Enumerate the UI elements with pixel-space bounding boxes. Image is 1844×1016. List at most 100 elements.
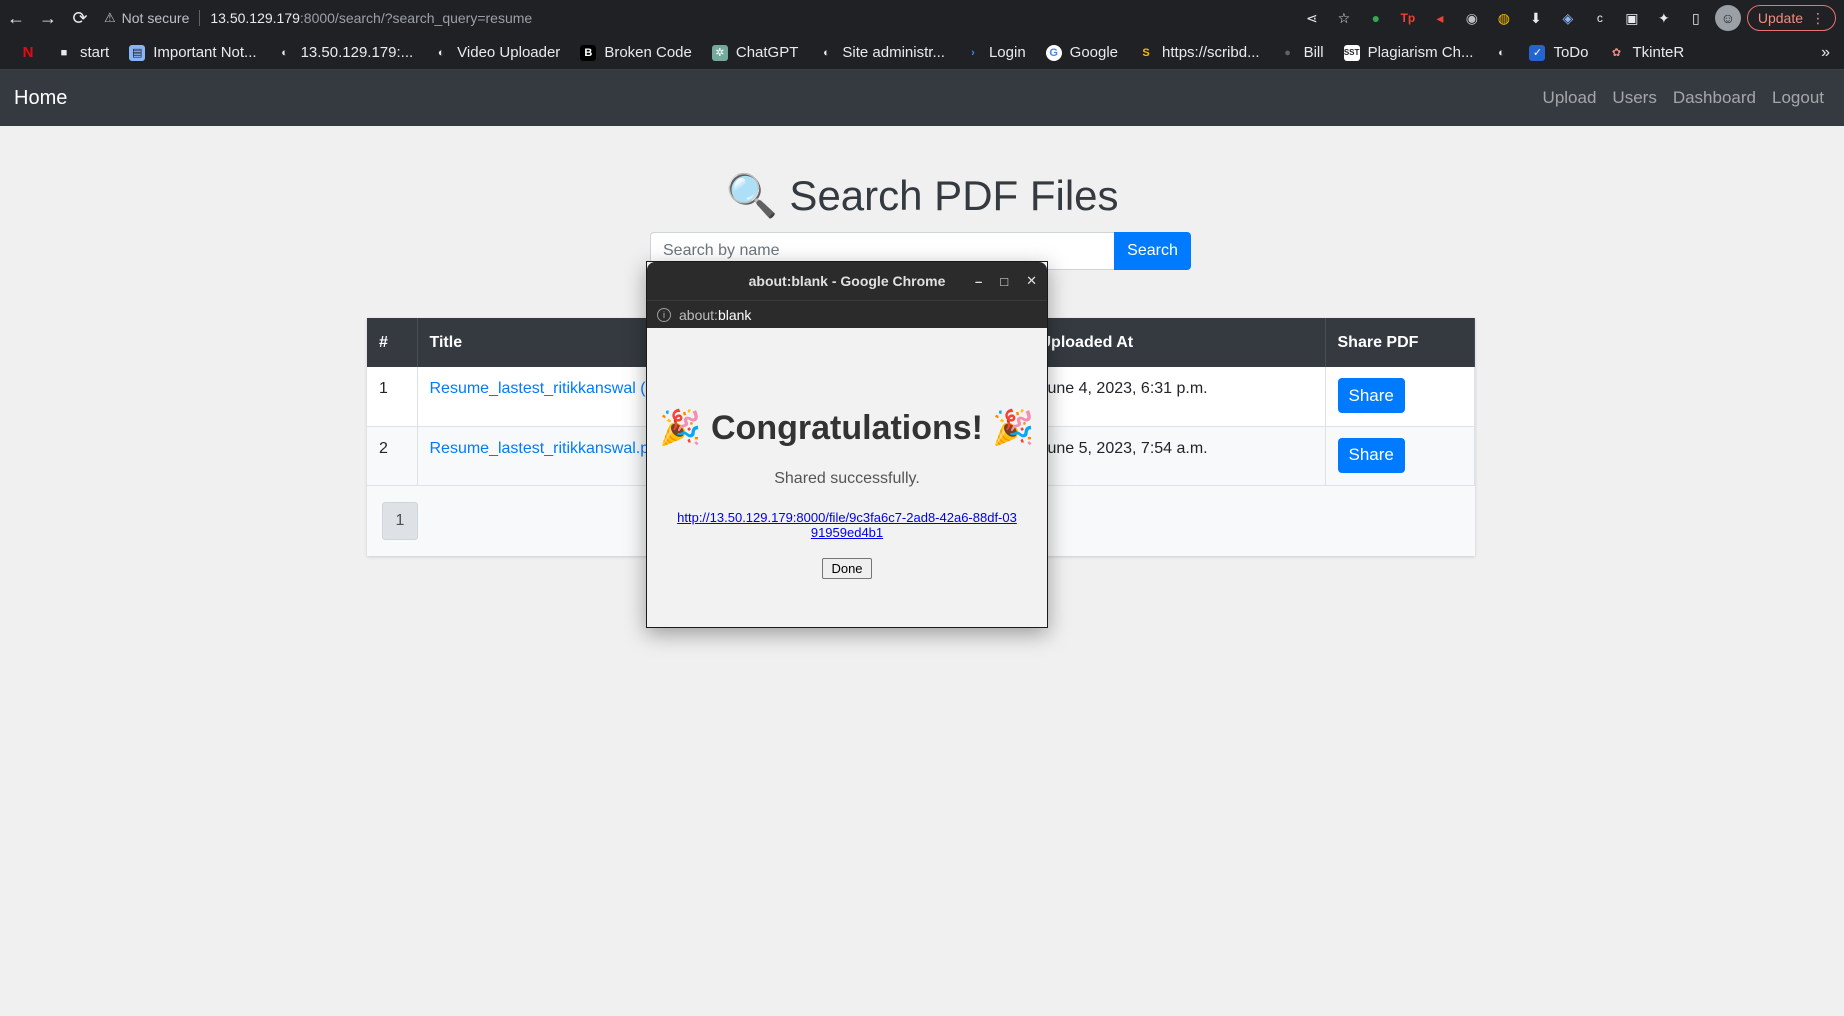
- bookmark-important-notes[interactable]: ▤ Important Not...: [119, 36, 266, 70]
- toolbar-actions: ⋖ ☆ ● Tp ◂ ◉ ◍ ⬇ ◈ c ▣ ✦ ▯ ☺ Update ⋮: [1299, 0, 1836, 36]
- popup-body: 🎉 Congratulations! 🎉 Shared successfully…: [647, 328, 1047, 579]
- forward-icon[interactable]: →: [32, 0, 64, 36]
- scribd-icon: S: [1142, 46, 1150, 59]
- bookmark-netflix[interactable]: N: [10, 36, 46, 70]
- extension-box-icon[interactable]: ▣: [1619, 5, 1645, 31]
- netflix-icon: N: [22, 44, 34, 61]
- bookmark-site-admin[interactable]: ◐ Site administr...: [808, 36, 955, 70]
- bookmark-label: TkinteR: [1632, 44, 1685, 61]
- url-host: 13.50.129.179: [210, 10, 300, 26]
- popup-url-bar: i about:blank: [647, 300, 1047, 328]
- done-button[interactable]: Done: [822, 558, 872, 579]
- share-link[interactable]: http://13.50.129.179:8000/file/9c3fa6c7-…: [677, 510, 1017, 540]
- bookmark-login[interactable]: › Login: [955, 36, 1036, 70]
- bookmark-label: Site administr...: [842, 44, 945, 61]
- congrats-heading: 🎉 Congratulations! 🎉: [659, 409, 1035, 447]
- nav-users[interactable]: Users: [1612, 88, 1656, 108]
- minimize-icon[interactable]: –: [975, 274, 982, 289]
- globe-icon: ◐: [823, 46, 830, 59]
- maximize-icon[interactable]: □: [1000, 274, 1008, 289]
- bookmark-tkinter[interactable]: ✿ TkinteR: [1599, 36, 1695, 70]
- popup-url: about:blank: [679, 306, 752, 323]
- row-number: 1: [367, 367, 418, 426]
- arrow-icon: ›: [971, 46, 975, 59]
- nav-logout[interactable]: Logout: [1772, 88, 1824, 108]
- header-uploaded-at: Uploaded At: [1040, 318, 1326, 367]
- row-uploaded: une 4, 2023, 6:31 p.m.: [1047, 367, 1326, 426]
- extension-gray-icon[interactable]: ◉: [1459, 5, 1485, 31]
- globe-icon: ◐: [281, 46, 288, 59]
- home-link[interactable]: Home: [14, 87, 67, 110]
- sidepanel-icon[interactable]: ▯: [1683, 5, 1709, 31]
- plagiarism-icon: SST: [1343, 44, 1360, 61]
- chatgpt-icon: ✲: [711, 44, 728, 61]
- page-title: 🔍 Search PDF Files: [725, 172, 1119, 219]
- bookmark-bill[interactable]: ● Bill: [1270, 36, 1334, 70]
- popup-title: about:blank - Google Chrome: [748, 273, 946, 289]
- row-share: Share: [1325, 367, 1475, 426]
- info-icon[interactable]: i: [657, 307, 671, 322]
- bookmark-plagiarism[interactable]: SST Plagiarism Ch...: [1334, 36, 1484, 70]
- star-icon[interactable]: ☆: [1331, 5, 1357, 31]
- bookmark-video-uploader[interactable]: ◐ Video Uploader: [423, 36, 570, 70]
- avatar[interactable]: ☺: [1714, 5, 1741, 31]
- nav-links: Upload Users Dashboard Logout: [1543, 70, 1824, 126]
- popup-window: about:blank - Google Chrome – □ ✕ i abou…: [646, 261, 1048, 628]
- reload-icon[interactable]: ⟳: [64, 0, 96, 36]
- bookmark-label: ChatGPT: [735, 44, 799, 61]
- bookmark-scribd[interactable]: Shttps://scribd...: [1128, 36, 1270, 70]
- bookmark-google[interactable]: G Google: [1036, 36, 1128, 70]
- globe-icon: ◐: [1498, 46, 1505, 59]
- google-icon: G: [1045, 44, 1062, 61]
- address-bar[interactable]: ⚠ Not secure 13.50.129.179:8000/search/?…: [104, 4, 532, 32]
- popup-titlebar[interactable]: about:blank - Google Chrome – □ ✕: [647, 262, 1047, 300]
- share-button[interactable]: Share: [1337, 437, 1405, 473]
- file-link[interactable]: Resume_lastest_ritikkanswal (: [430, 380, 646, 397]
- security-label: Not secure: [121, 10, 190, 26]
- update-button[interactable]: Update ⋮: [1746, 5, 1836, 31]
- bookmark-globe[interactable]: ◐: [1483, 36, 1519, 70]
- row-share: Share: [1325, 426, 1475, 485]
- bookmark-ip[interactable]: ◐ 13.50.129.179:...: [267, 36, 424, 70]
- share-icon[interactable]: ⋖: [1299, 5, 1325, 31]
- bookmark-chatgpt[interactable]: ✲ ChatGPT: [702, 36, 809, 70]
- shared-message: Shared successfully.: [774, 470, 920, 487]
- more-bookmarks-icon[interactable]: »: [1821, 36, 1830, 70]
- nav-dashboard[interactable]: Dashboard: [1673, 88, 1756, 108]
- share-button[interactable]: Share: [1337, 378, 1405, 413]
- extension-shield-icon[interactable]: ◈: [1555, 5, 1581, 31]
- download-icon[interactable]: ⬇: [1523, 5, 1549, 31]
- update-label: Update: [1757, 10, 1803, 26]
- extension-green-icon[interactable]: ●: [1363, 5, 1389, 31]
- notes-icon: ▤: [129, 44, 146, 61]
- bookmark-label: 13.50.129.179:...: [300, 44, 414, 61]
- close-icon[interactable]: ✕: [1026, 273, 1037, 289]
- pagination-page[interactable]: 1: [382, 502, 418, 540]
- bookmark-start[interactable]: ■ start: [46, 36, 119, 70]
- bookmark-label: Google: [1069, 44, 1119, 61]
- header-share: Share PDF: [1325, 318, 1475, 367]
- bookmark-label: https://scribd...: [1162, 44, 1260, 61]
- bill-icon: ●: [1284, 46, 1291, 59]
- extension-colorful-icon[interactable]: ◍: [1491, 5, 1517, 31]
- extension-tp-icon[interactable]: Tp: [1395, 5, 1421, 31]
- extension-c-icon[interactable]: c: [1587, 5, 1613, 31]
- bookmark-label: Login: [988, 44, 1026, 61]
- code-icon: B: [580, 44, 597, 61]
- row-uploaded: une 5, 2023, 7:54 a.m.: [1047, 426, 1326, 485]
- divider: [199, 10, 201, 26]
- search-button[interactable]: Search: [1114, 232, 1191, 270]
- puzzle-icon[interactable]: ✦: [1651, 5, 1677, 31]
- nav-upload[interactable]: Upload: [1543, 88, 1597, 108]
- site-navbar: Home Upload Users Dashboard Logout: [0, 70, 1844, 126]
- header-number: #: [367, 318, 418, 367]
- bookmark-broken-code[interactable]: B Broken Code: [570, 36, 702, 70]
- tkinter-icon: ✿: [1611, 47, 1622, 59]
- file-link[interactable]: Resume_lastest_ritikkanswal.p: [430, 440, 650, 457]
- bookmark-label: Bill: [1303, 44, 1324, 61]
- back-icon[interactable]: ←: [0, 0, 32, 36]
- row-number: 2: [367, 426, 418, 485]
- browser-toolbar: ← → ⟳ ⚠ Not secure 13.50.129.179:8000/se…: [0, 0, 1844, 36]
- extension-red-icon[interactable]: ◂: [1427, 5, 1453, 31]
- bookmark-todo[interactable]: ✓ ToDo: [1519, 36, 1598, 70]
